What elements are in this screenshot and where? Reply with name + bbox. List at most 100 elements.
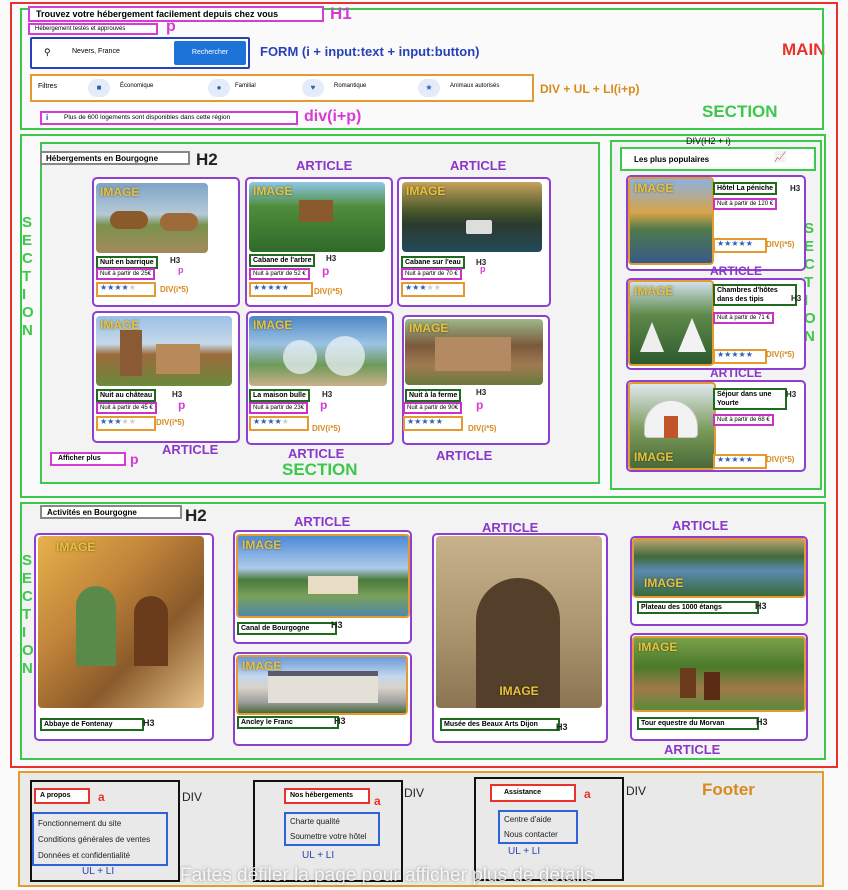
image-label: IMAGE bbox=[644, 576, 684, 590]
rating-stars: ★★★★★ bbox=[96, 416, 156, 431]
star-icon: ★ bbox=[267, 417, 275, 426]
footer-link[interactable]: Centre d'aide bbox=[504, 815, 551, 824]
ul-annotation: UL + LI bbox=[82, 866, 115, 877]
horse-shape bbox=[680, 668, 696, 698]
activity-title: Abbaye de Fontenay bbox=[40, 718, 144, 731]
div-annotation: DIV bbox=[626, 784, 647, 798]
search-form: ⚲ Nevers, France Rechercher bbox=[30, 37, 250, 69]
footer-link[interactable]: Conditions générales de ventes bbox=[38, 835, 150, 844]
image-label: IMAGE bbox=[242, 538, 282, 552]
popular-card-price: Nuit à partir de 120 € bbox=[713, 198, 778, 210]
activities-title: Activités en Bourgogne bbox=[40, 505, 182, 519]
section-vertical-label-1: SECTION bbox=[22, 214, 34, 339]
stars-annotation: DIV(i*5) bbox=[766, 240, 795, 249]
barrel-shape bbox=[110, 211, 148, 229]
footer-link[interactable]: Soumettre votre hôtel bbox=[290, 832, 366, 841]
popular-card-title: Séjour dans une Yourte bbox=[713, 388, 787, 410]
castle-tower-shape bbox=[120, 330, 142, 376]
filter-animaux[interactable]: Animaux autorisés bbox=[450, 83, 499, 89]
filters-annotation: DIV + UL + LI(i+p) bbox=[540, 82, 640, 96]
p-annotation: p bbox=[322, 264, 330, 278]
star-icon: ★ bbox=[114, 417, 122, 426]
filter-familial[interactable]: Familial bbox=[235, 83, 256, 89]
filters-label: Filtres bbox=[38, 83, 58, 90]
horse-shape bbox=[704, 672, 720, 700]
star-icon: ★ bbox=[738, 350, 746, 359]
search-button[interactable]: Rechercher bbox=[174, 41, 246, 65]
popular-card-title: Chambres d'hôtes dans des tipis bbox=[713, 284, 797, 306]
image-label: IMAGE bbox=[638, 640, 678, 654]
rating-stars: ★★★★★ bbox=[713, 349, 767, 364]
article-label: ARTICLE bbox=[296, 158, 353, 173]
ul-annotation: UL + LI bbox=[302, 850, 335, 861]
star-icon: ★ bbox=[428, 417, 436, 426]
activity-title: Plateau des 1000 étangs bbox=[637, 601, 759, 614]
popular-title: Les plus populaires bbox=[634, 155, 710, 164]
h3-annotation: H3 bbox=[556, 722, 568, 732]
footer-link[interactable]: Charte qualité bbox=[290, 817, 340, 826]
popular-image: IMAGE bbox=[628, 382, 716, 470]
section-label-top: SECTION bbox=[702, 102, 778, 121]
p-annotation: p bbox=[130, 451, 139, 467]
star-icon: ★ bbox=[745, 350, 753, 359]
article-label: ARTICLE bbox=[664, 742, 721, 757]
stars-annotation: DIV(i*5) bbox=[314, 287, 343, 296]
card-price: Nuit à partir de 45 € bbox=[96, 402, 157, 414]
div-annotation: DIV bbox=[404, 786, 425, 800]
star-icon: ★ bbox=[121, 283, 129, 292]
arch-shape bbox=[134, 596, 168, 666]
ul-annotation: UL + LI bbox=[508, 846, 541, 857]
star-icon: ★ bbox=[419, 283, 427, 292]
card-title: Nuit au château bbox=[96, 389, 157, 402]
info-box: i Plus de 600 logements sont disponibles… bbox=[40, 111, 298, 125]
rating-stars: ★★★★★ bbox=[401, 282, 465, 297]
footer-link[interactable]: Nous contacter bbox=[504, 830, 558, 839]
article-label: ARTICLE bbox=[710, 264, 762, 278]
footer-label: Footer bbox=[702, 780, 755, 799]
activity-image: IMAGE bbox=[38, 536, 204, 708]
image-label: IMAGE bbox=[634, 284, 674, 298]
star-icon: ★ bbox=[738, 455, 746, 464]
footer-column-title[interactable]: Assistance bbox=[490, 784, 576, 802]
star-icon: ★ bbox=[114, 283, 122, 292]
h3-annotation: H3 bbox=[143, 718, 155, 728]
div-annotation: DIV bbox=[182, 790, 203, 804]
star-icon: ★ bbox=[121, 417, 129, 426]
image-label: IMAGE bbox=[242, 659, 282, 673]
arch-shape bbox=[76, 586, 116, 666]
location-input[interactable]: Nevers, France bbox=[72, 48, 120, 55]
h1-annotation: H1 bbox=[330, 4, 352, 23]
rating-stars: ★★★★★ bbox=[96, 282, 156, 297]
card-title: La maison bulle bbox=[249, 389, 310, 402]
popular-image: IMAGE bbox=[628, 177, 714, 265]
footer-link[interactable]: Données et confidentialité bbox=[38, 851, 130, 860]
star-icon: ★ bbox=[128, 417, 136, 426]
h3-annotation: H3 bbox=[326, 254, 337, 263]
filter-economique[interactable]: Économique bbox=[120, 83, 153, 89]
star-icon: ★ bbox=[731, 455, 739, 464]
popular-image: IMAGE bbox=[628, 280, 714, 366]
page-subtitle: Hébergement testés et approuvés bbox=[28, 23, 158, 35]
stars-annotation: DIV(i*5) bbox=[312, 424, 341, 433]
p-annotation: p bbox=[480, 264, 486, 274]
tipi-shape bbox=[640, 322, 664, 352]
tipi-shape bbox=[678, 318, 706, 352]
bubble-shape bbox=[325, 336, 365, 376]
show-more-button[interactable]: Afficher plus bbox=[50, 452, 126, 466]
h3-annotation: H3 bbox=[790, 184, 801, 193]
article-label: ARTICLE bbox=[294, 514, 351, 529]
water-cabin-shape bbox=[466, 220, 492, 234]
castle-wall-shape bbox=[156, 344, 200, 374]
star-icon: ★ bbox=[738, 239, 746, 248]
p-annotation: p bbox=[320, 398, 328, 412]
family-icon: ● bbox=[208, 79, 230, 97]
activity-title: Tour equestre du Morvan bbox=[637, 717, 759, 730]
footer-link[interactable]: Fonctionnement du site bbox=[38, 819, 121, 828]
treehouse-shape bbox=[299, 200, 333, 222]
filter-romantique[interactable]: Romantique bbox=[334, 83, 366, 89]
footer-column-title[interactable]: A propos bbox=[34, 788, 90, 804]
footer-column-title[interactable]: Nos hébergements bbox=[284, 788, 370, 804]
h3-annotation: H3 bbox=[476, 388, 487, 397]
a-annotation: a bbox=[98, 790, 105, 804]
activity-title: Canal de Bourgogne bbox=[237, 622, 337, 635]
